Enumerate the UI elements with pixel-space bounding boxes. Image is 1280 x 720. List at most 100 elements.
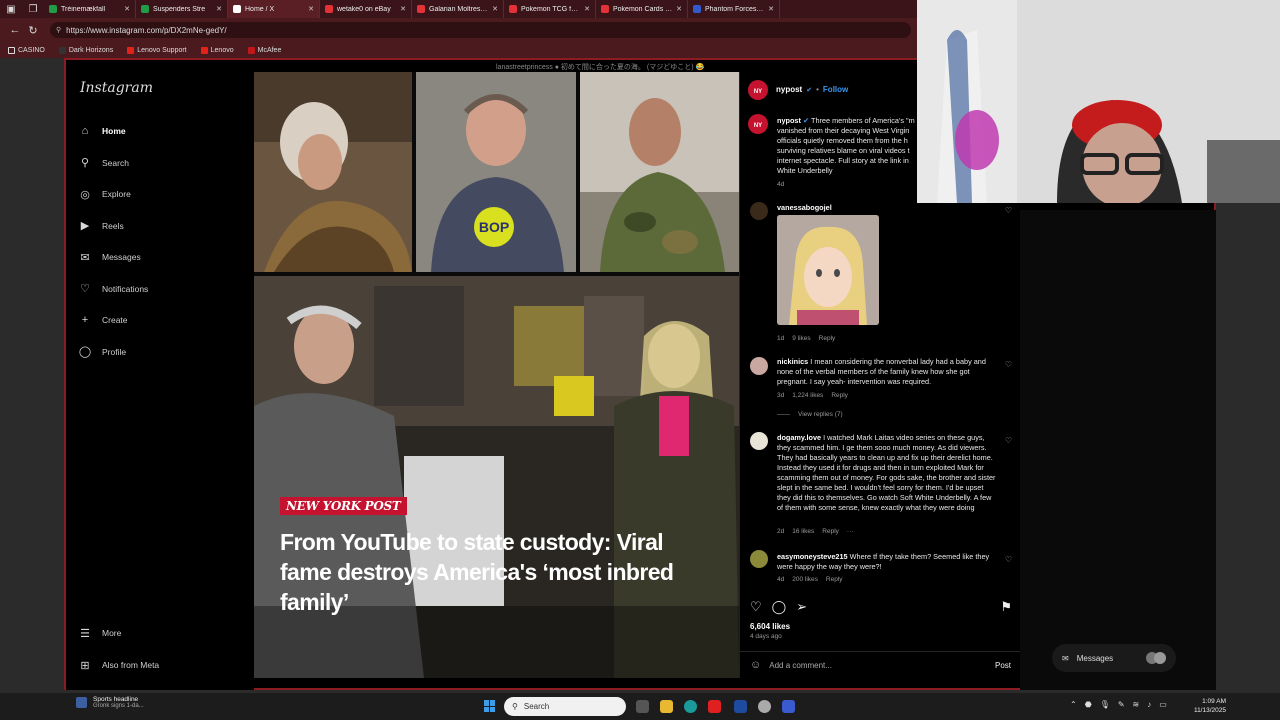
caption-line: surviving relatives blame on viral video… [777,146,910,155]
antivirus-icon[interactable]: ⬣ [1085,700,1092,709]
comment-username[interactable]: nickinics [777,357,808,366]
comment-icon[interactable]: ◯ [772,599,787,615]
bookmark-lenovo-support[interactable]: Lenovo Support [127,46,187,54]
close-tab-icon[interactable]: ✕ [673,5,682,13]
comment-avatar[interactable] [750,550,768,568]
volume-icon[interactable]: ♪ [1147,700,1151,709]
clock-date: 11/13/2025 [1193,707,1226,714]
comment-username[interactable]: vanessabogojel [777,203,832,212]
caption-avatar[interactable]: NY [748,114,768,134]
verified-icon: ✔ [802,116,810,125]
like-heart-icon[interactable]: ♡ [750,599,762,615]
bookmark-mcafee[interactable]: McAfee [247,46,281,54]
sidebar-item-messages[interactable]: ✉ Messages [78,250,140,264]
like-comment-heart-icon[interactable]: ♡ [1005,555,1012,564]
wifi-icon[interactable]: ≋ [1133,700,1140,709]
bookmark-lenovo[interactable]: Lenovo [200,46,234,54]
close-tab-icon[interactable]: ✕ [397,5,406,13]
sidebar-item-search[interactable]: ⚲ Search [78,156,129,170]
browser-tab[interactable]: Pokemon Cards in C ✕ [596,0,688,18]
reply-button[interactable]: Reply [822,528,839,535]
sidebar-item-explore[interactable]: ◎ Explore [78,187,131,201]
sidebar-item-create[interactable]: + Create [78,313,128,327]
sidebar-item-also-from-meta[interactable]: ⊞ Also from Meta [78,658,159,672]
battery-icon[interactable]: ▭ [1159,700,1167,709]
reply-button[interactable]: Reply [826,576,843,583]
browser-tab[interactable]: Galarian Moltres for ✕ [412,0,504,18]
close-tab-icon[interactable]: ✕ [305,5,314,13]
comment-age: 4d [777,576,785,583]
news-widget[interactable]: Sports headline Gronk signs 1-da... [76,696,144,709]
more-options-icon[interactable]: ··· [847,528,854,535]
sidebar-item-notifications[interactable]: ♡ Notifications [78,282,148,296]
post-media[interactable]: BOP NEW YORK POST From YouTube to state … [254,72,739,678]
comment-avatar[interactable] [750,432,768,450]
close-tab-icon[interactable]: ✕ [765,5,774,13]
browser-tab[interactable]: wetake0 on eBay ✕ [320,0,412,18]
file-explorer-icon[interactable] [660,700,673,713]
back-icon[interactable]: ← [6,21,24,39]
close-tab-icon[interactable]: ✕ [581,5,590,13]
like-comment-heart-icon[interactable]: ♡ [1005,206,1012,215]
comment-meta: 2d 16 likes Reply ··· [777,528,853,535]
follow-button[interactable]: Follow [823,85,848,94]
post-comment-button[interactable]: Post [995,661,1011,670]
windows-start-icon[interactable] [484,700,496,712]
browser-tab[interactable]: Home / X ✕ [228,0,320,18]
browser-tab[interactable]: Pokemon TCG for sale✕ [504,0,596,18]
emoji-icon[interactable]: ☺ [750,659,761,671]
caption-username[interactable]: nypost [777,116,801,125]
chevron-up-icon[interactable]: ⌃ [1070,700,1077,709]
comment-input[interactable]: Add a comment... [769,661,832,670]
view-replies[interactable]: —— View replies (7) [777,411,843,418]
comment-username[interactable]: dogamy.love [777,433,821,442]
messages-pill[interactable]: ✉ Messages [1052,644,1176,672]
refresh-icon[interactable]: ↻ [24,21,42,39]
microphone-icon[interactable]: 🎙 [1100,700,1110,709]
instagram-logo[interactable]: Instagram [80,80,153,96]
settings-gear-icon[interactable] [758,700,771,713]
close-tab-icon[interactable]: ✕ [489,5,498,13]
close-tab-icon[interactable]: ✕ [121,5,130,13]
photo-man-camo [580,72,739,272]
app-icon[interactable] [782,700,795,713]
like-count[interactable]: 6,604 likes [750,622,790,631]
author-username[interactable]: nypost [776,85,802,94]
site-info-icon[interactable]: ⚲ [56,26,61,34]
mcafee-icon [247,46,255,54]
comment-avatar[interactable] [750,202,768,220]
comment-age: 3d [777,392,785,399]
sidebar-item-profile[interactable]: ◯ Profile [78,345,126,359]
page-background [1020,210,1216,690]
like-comment-heart-icon[interactable]: ♡ [1005,436,1012,445]
tab-actions-icon[interactable]: ▣ [0,0,22,18]
youtube-icon[interactable] [708,700,721,713]
system-tray: ⌃ ⬣ 🎙 ✎ ≋ ♪ ▭ [1070,700,1167,709]
url-field[interactable]: ⚲ https://www.instagram.com/p/DX2mNe-ged… [50,22,911,38]
nypost-avatar[interactable]: NY [748,80,768,100]
browser-tab[interactable]: Suspenders Stre ✕ [136,0,228,18]
reply-button[interactable]: Reply [831,392,848,399]
browser-tab[interactable]: Phantom Forces - Rob✕ [688,0,780,18]
task-view-icon[interactable] [636,700,649,713]
edge-icon[interactable] [684,700,697,713]
browser-tab[interactable]: Tréinemækfall ✕ [44,0,136,18]
taskbar-search[interactable]: ⚲ Search [504,697,626,716]
share-icon[interactable]: ➢ [796,599,807,615]
close-tab-icon[interactable]: ✕ [213,5,222,13]
sidebar-item-more[interactable]: ☰ More [78,626,121,640]
reply-button[interactable]: Reply [819,335,836,342]
sidebar-item-home[interactable]: ⌂ Home [78,124,126,138]
bookmark-dark-horizons[interactable]: Dark Horizons [58,46,113,54]
bookmark-casino[interactable]: CASINO [8,46,45,54]
save-bookmark-icon[interactable]: ⚑ [1000,599,1012,615]
taskbar-clock[interactable]: 1:09 AM 11/13/2025 [1180,697,1226,715]
pen-icon[interactable]: ✎ [1118,700,1125,709]
lenovo-vantage-icon[interactable] [734,700,747,713]
sidebar-item-reels[interactable]: ▶ Reels [78,219,124,233]
comment-username[interactable]: easymoneysteve215 [777,552,848,561]
like-comment-heart-icon[interactable]: ♡ [1005,360,1012,369]
gif-reply[interactable] [777,215,879,325]
tab-overview-icon[interactable]: ❐ [22,0,44,18]
comment-avatar[interactable] [750,357,768,375]
